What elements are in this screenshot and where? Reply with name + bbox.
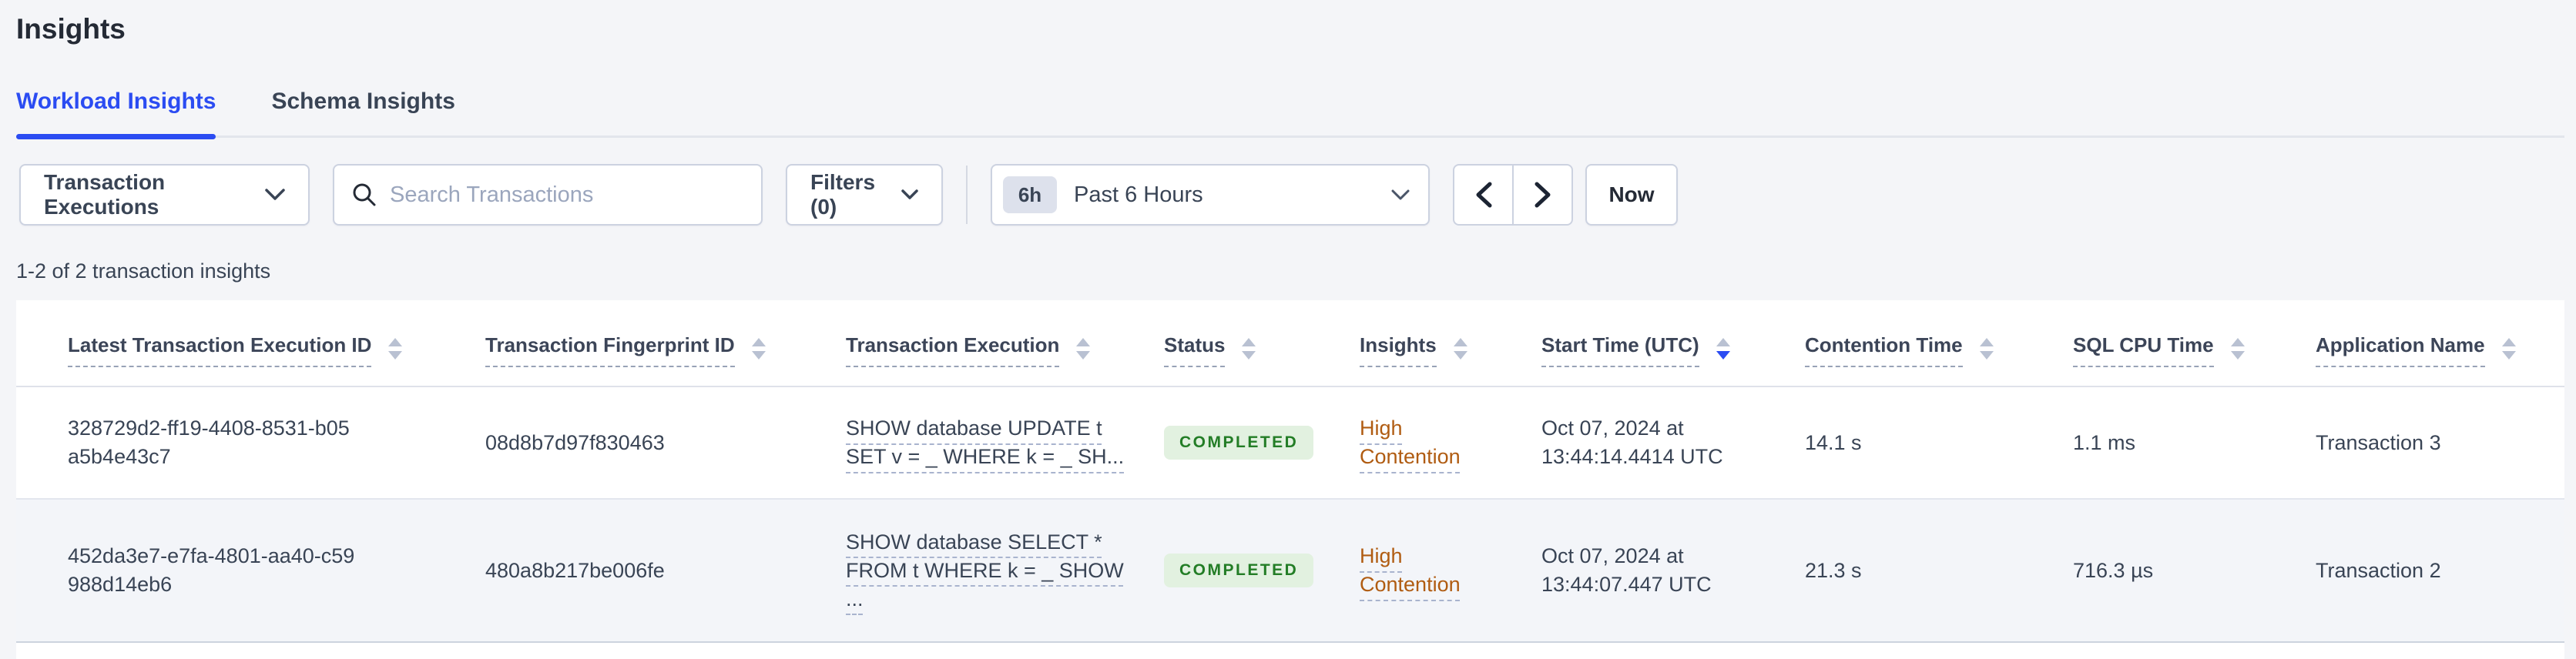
time-range-badge: 6h (1003, 176, 1057, 213)
chevron-down-icon (901, 189, 918, 200)
next-time-range-button[interactable] (1513, 164, 1573, 226)
time-range-picker[interactable]: 6h Past 6 Hours (991, 164, 1430, 226)
cell-application-name: Transaction 2 (2316, 558, 2441, 582)
column-header-sql-cpu-time[interactable]: SQL CPU Time (2073, 333, 2316, 386)
tab-workload-insights[interactable]: Workload Insights (16, 88, 216, 139)
sort-icon (2501, 338, 2516, 367)
toolbar: Transaction Executions Filters (0) 6h Pa… (19, 164, 2576, 226)
cell-sql-cpu-time: 716.3 µs (2073, 558, 2154, 582)
sort-icon (2230, 338, 2245, 367)
cell-contention-time: 14.1 s (1805, 430, 1862, 454)
insights-page: Insights Workload Insights Schema Insigh… (0, 11, 2576, 659)
filters-button-label: Filters (0) (810, 170, 876, 219)
transaction-query-link[interactable]: SHOW database SELECT * FROM t WHERE k = … (846, 530, 1124, 610)
chevron-left-icon (1475, 182, 1492, 208)
column-header-status[interactable]: Status (1164, 333, 1360, 386)
cell-insights: High Contention (1360, 542, 1541, 599)
cell-start-time: Oct 07, 2024 at 13:44:14.4414 UTC (1541, 416, 1723, 468)
insight-link[interactable]: High Contention (1360, 414, 1475, 471)
chevron-down-icon (265, 189, 285, 201)
column-header-insights[interactable]: Insights (1360, 333, 1541, 386)
search-box (333, 164, 763, 226)
transaction-insights-table: Latest Transaction Execution ID Transact… (16, 300, 2564, 659)
results-count: 1-2 of 2 transaction insights (16, 259, 271, 283)
filters-button[interactable]: Filters (0) (786, 164, 943, 226)
cell-sql-cpu-time: 1.1 ms (2073, 430, 2136, 454)
toolbar-divider (966, 166, 968, 224)
column-header-latest-transaction-execution-id[interactable]: Latest Transaction Execution ID (68, 333, 485, 386)
transaction-query-link[interactable]: SHOW database UPDATE t SET v = _ WHERE k… (846, 416, 1124, 468)
tab-bar: Workload Insights Schema Insights (16, 88, 2564, 139)
page-title: Insights (16, 13, 126, 45)
tab-label: Schema Insights (271, 89, 455, 114)
column-header-transaction-execution[interactable]: Transaction Execution (846, 333, 1164, 386)
table-row: 452da3e7-e7fa-4801-aa40-c59988d14eb6 480… (16, 500, 2564, 643)
tab-schema-insights[interactable]: Schema Insights (271, 88, 454, 135)
sort-icon (1979, 338, 1994, 367)
chevron-right-icon (1535, 182, 1551, 208)
status-badge: COMPLETED (1164, 426, 1314, 460)
table-row: 328729d2-ff19-4408-8531-b05a5b4e43c7 08d… (16, 387, 2564, 500)
column-header-contention-time[interactable]: Contention Time (1805, 333, 2073, 386)
cell-application-name: Transaction 3 (2316, 430, 2441, 454)
table-header-row: Latest Transaction Execution ID Transact… (16, 300, 2564, 387)
previous-time-range-button[interactable] (1453, 164, 1513, 226)
tab-label: Workload Insights (16, 89, 216, 114)
execution-type-dropdown[interactable]: Transaction Executions (19, 164, 310, 226)
now-button[interactable]: Now (1585, 164, 1678, 226)
chevron-down-icon (1391, 189, 1410, 201)
insight-link[interactable]: High Contention (1360, 542, 1475, 599)
cell-fingerprint-id: 08d8b7d97f830463 (485, 430, 665, 454)
search-input[interactable] (390, 182, 744, 208)
cell-status: COMPLETED (1164, 554, 1360, 587)
sort-icon (1242, 338, 1256, 367)
status-badge: COMPLETED (1164, 554, 1314, 587)
cell-execution-id: 452da3e7-e7fa-4801-aa40-c59988d14eb6 (68, 544, 355, 596)
time-range-label: Past 6 Hours (1074, 182, 1203, 207)
cell-transaction-execution: SHOW database UPDATE t SET v = _ WHERE k… (846, 414, 1164, 471)
column-header-start-time[interactable]: Start Time (UTC) (1541, 333, 1805, 386)
cell-execution-id: 328729d2-ff19-4408-8531-b05a5b4e43c7 (68, 416, 350, 468)
sort-icon (751, 338, 766, 367)
column-header-transaction-fingerprint-id[interactable]: Transaction Fingerprint ID (485, 333, 846, 386)
now-button-label: Now (1608, 182, 1655, 206)
sort-icon (388, 338, 403, 367)
column-header-application-name[interactable]: Application Name (2316, 333, 2564, 386)
cell-fingerprint-id: 480a8b217be006fe (485, 558, 665, 582)
cell-status: COMPLETED (1164, 426, 1360, 460)
cell-start-time: Oct 07, 2024 at 13:44:07.447 UTC (1541, 544, 1712, 596)
sort-icon-descending (1716, 338, 1730, 367)
cell-contention-time: 21.3 s (1805, 558, 1862, 582)
time-nav-buttons (1453, 164, 1573, 226)
search-icon (351, 182, 377, 208)
cell-insights: High Contention (1360, 414, 1541, 471)
sort-icon (1453, 338, 1467, 367)
cell-transaction-execution: SHOW database SELECT * FROM t WHERE k = … (846, 528, 1164, 614)
execution-type-dropdown-label: Transaction Executions (44, 170, 166, 219)
sort-icon (1076, 338, 1091, 367)
active-tab-indicator (16, 134, 216, 139)
